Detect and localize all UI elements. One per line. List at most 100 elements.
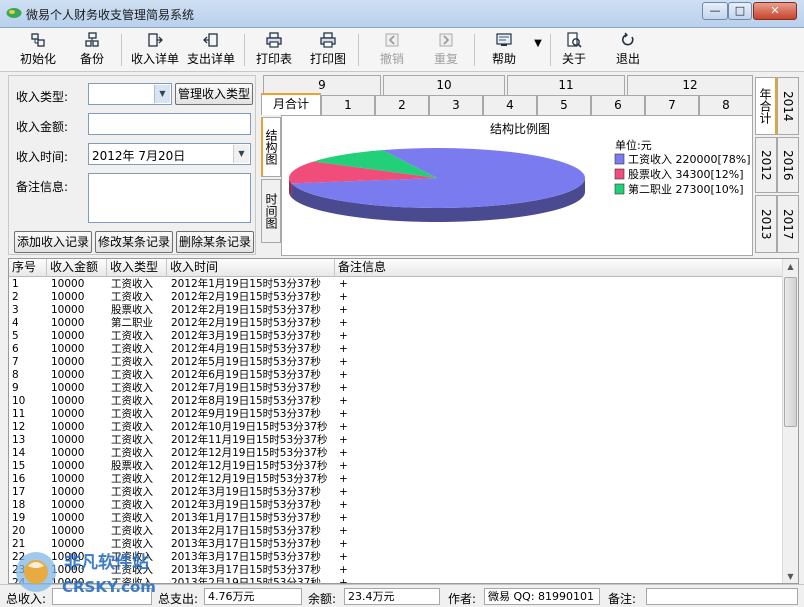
table-row[interactable]: 10 10000 工资收入 2012年8月19日15时53分37秒 +	[9, 395, 785, 408]
minimize-button[interactable]: —	[702, 2, 728, 20]
exit-button[interactable]: 退出	[610, 30, 646, 70]
header-time[interactable]: 收入时间	[167, 259, 335, 277]
tab-month-10[interactable]: 10	[383, 75, 505, 95]
table-row[interactable]: 22 10000 工资收入 2013年3月17日15时53分37秒 +	[9, 551, 785, 564]
expense-detail-button[interactable]: 支出详单	[184, 30, 238, 70]
table-row[interactable]: 14 10000 工资收入 2012年12月19日15时53分37秒 +	[9, 447, 785, 460]
tab-year-2013[interactable]: 2013	[755, 195, 777, 253]
tab-month-4[interactable]: 4	[483, 95, 537, 115]
tab-month-2[interactable]: 2	[375, 95, 429, 115]
edit-record-button[interactable]: 修改某条记录	[95, 231, 173, 253]
note-field[interactable]	[88, 173, 251, 223]
cell-note: +	[339, 577, 348, 584]
table-row[interactable]: 17 10000 工资收入 2012年3月19日15时53分37秒 +	[9, 486, 785, 499]
table-row[interactable]: 3 10000 股票收入 2012年2月19日15时53分37秒 +	[9, 304, 785, 317]
table-row[interactable]: 19 10000 工资收入 2013年1月17日15时53分37秒 +	[9, 512, 785, 525]
cell-note: +	[339, 564, 348, 576]
tab-month-total[interactable]: 月合计	[261, 93, 321, 115]
init-button[interactable]: 初始化	[14, 30, 62, 70]
total-expense-label: 总支出:	[158, 592, 199, 606]
tab-time-chart[interactable]: 时间图	[261, 179, 281, 243]
balance-value: 23.4万元	[344, 588, 440, 605]
table-row[interactable]: 7 10000 工资收入 2012年5月19日15时53分37秒 +	[9, 356, 785, 369]
tab-month-5[interactable]: 5	[537, 95, 591, 115]
tab-year-2014[interactable]: 2014	[777, 77, 799, 135]
cell-type: 工资收入	[111, 356, 153, 368]
delete-record-button[interactable]: 删除某条记录	[176, 231, 254, 253]
table-row[interactable]: 21 10000 工资收入 2013年3月17日15时53分37秒 +	[9, 538, 785, 551]
income-detail-button[interactable]: 收入详单	[128, 30, 182, 70]
about-button[interactable]: 关于	[556, 30, 592, 70]
table-row[interactable]: 6 10000 工资收入 2012年4月19日15时53分37秒 +	[9, 343, 785, 356]
table-row[interactable]: 1 10000 工资收入 2012年1月19日15时53分37秒 +	[9, 278, 785, 291]
help-dropdown-button[interactable]: ▼	[530, 30, 546, 70]
header-index[interactable]: 序号	[9, 259, 47, 277]
maximize-button[interactable]: □	[728, 2, 752, 20]
tab-month-6[interactable]: 6	[591, 95, 645, 115]
table-row[interactable]: 16 10000 工资收入 2012年12月19日15时53分37秒 +	[9, 473, 785, 486]
table-row[interactable]: 5 10000 工资收入 2012年3月19日15时53分37秒 +	[9, 330, 785, 343]
note-label: 备注信息:	[16, 180, 69, 194]
table-row[interactable]: 9 10000 工资收入 2012年7月19日15时53分37秒 +	[9, 382, 785, 395]
cell-time: 2013年3月17日15时53分37秒	[171, 538, 321, 550]
table-row[interactable]: 2 10000 工资收入 2012年2月19日15时53分37秒 +	[9, 291, 785, 304]
cell-type: 工资收入	[111, 512, 153, 524]
redo-button[interactable]: 重复	[426, 30, 466, 70]
legend-entry: 第二职业 27300[10%]	[628, 182, 744, 196]
backup-button[interactable]: 备份	[72, 30, 112, 70]
expense-detail-label: 支出详单	[186, 52, 235, 66]
cell-note: +	[339, 434, 348, 446]
table-row[interactable]: 12 10000 工资收入 2012年10月19日15时53分37秒 +	[9, 421, 785, 434]
scroll-thumb[interactable]	[784, 277, 797, 427]
cell-type: 工资收入	[111, 499, 153, 511]
add-income-record-button[interactable]: 添加收入记录	[14, 231, 92, 253]
income-type-select[interactable]: ▼	[88, 83, 172, 105]
header-type[interactable]: 收入类型	[107, 259, 167, 277]
tab-month-8[interactable]: 8	[699, 95, 753, 115]
table-row[interactable]: 18 10000 工资收入 2012年3月19日15时53分37秒 +	[9, 499, 785, 512]
table-row[interactable]: 15 10000 股票收入 2012年12月19日15时53分37秒 +	[9, 460, 785, 473]
income-amount-field[interactable]	[88, 113, 251, 135]
income-time-picker[interactable]: 2012年 7月20日 ▼	[88, 143, 251, 165]
table-row[interactable]: 11 10000 工资收入 2012年9月19日15时53分37秒 +	[9, 408, 785, 421]
table-row[interactable]: 4 10000 第二职业 2012年2月19日15时53分37秒 +	[9, 317, 785, 330]
print-table-button[interactable]: 打印表	[252, 30, 296, 70]
income-records-table[interactable]: 序号 收入金额 收入类型 收入时间 备注信息 1 10000 工资收入 2012年1月…	[8, 258, 799, 584]
print-icon	[266, 32, 282, 48]
table-row[interactable]: 8 10000 工资收入 2012年6月19日15时53分37秒 +	[9, 369, 785, 382]
cell-index: 19	[12, 512, 26, 524]
tab-month-12[interactable]: 12	[627, 75, 753, 95]
cell-index: 17	[12, 486, 26, 498]
header-note[interactable]: 备注信息	[335, 259, 784, 277]
tab-year-2012[interactable]: 2012	[755, 137, 777, 193]
tab-month-3[interactable]: 3	[429, 95, 483, 115]
tab-month-1[interactable]: 1	[321, 95, 375, 115]
cell-index: 21	[12, 538, 26, 550]
cell-type: 工资收入	[111, 564, 153, 576]
tab-month-9[interactable]: 9	[263, 75, 381, 95]
scroll-up-icon[interactable]: ▲	[783, 259, 798, 275]
manage-income-type-button[interactable]: 管理收入类型	[175, 83, 253, 105]
cell-amount: 10000	[51, 447, 85, 459]
cell-index: 9	[12, 382, 19, 394]
table-row[interactable]: 13 10000 工资收入 2012年11月19日15时53分37秒 +	[9, 434, 785, 447]
table-vertical-scrollbar[interactable]: ▲ ▼	[782, 259, 798, 583]
chevron-down-icon[interactable]: ▼	[154, 85, 170, 103]
table-row[interactable]: 20 10000 工资收入 2013年2月17日15时53分37秒 +	[9, 525, 785, 538]
tab-structure-chart[interactable]: 结构图	[261, 117, 281, 177]
table-row[interactable]: 23 10000 工资收入 2013年3月17日15时53分37秒 +	[9, 564, 785, 577]
help-button[interactable]: 帮助	[484, 30, 524, 70]
tab-year-total[interactable]: 年合计	[755, 77, 777, 135]
chevron-down-icon[interactable]: ▼	[233, 145, 249, 163]
chart-tab-area: 9 10 11 12 月合计 1 2 3 4 5 6 7 8 结构图 时间图 结…	[259, 75, 799, 256]
print-chart-button[interactable]: 打印图	[306, 30, 350, 70]
tab-month-7[interactable]: 7	[645, 95, 699, 115]
tab-year-2016[interactable]: 2016	[777, 137, 799, 193]
tab-year-2017[interactable]: 2017	[777, 195, 799, 253]
undo-button[interactable]: 撤销	[372, 30, 412, 70]
header-amount[interactable]: 收入金额	[47, 259, 107, 277]
close-button[interactable]: ✕	[753, 2, 797, 20]
table-row[interactable]: 24 10000 工资收入 2013年2月19日15时53分37秒 +	[9, 577, 785, 584]
scroll-down-icon[interactable]: ▼	[783, 569, 798, 583]
tab-month-11[interactable]: 11	[507, 75, 625, 95]
